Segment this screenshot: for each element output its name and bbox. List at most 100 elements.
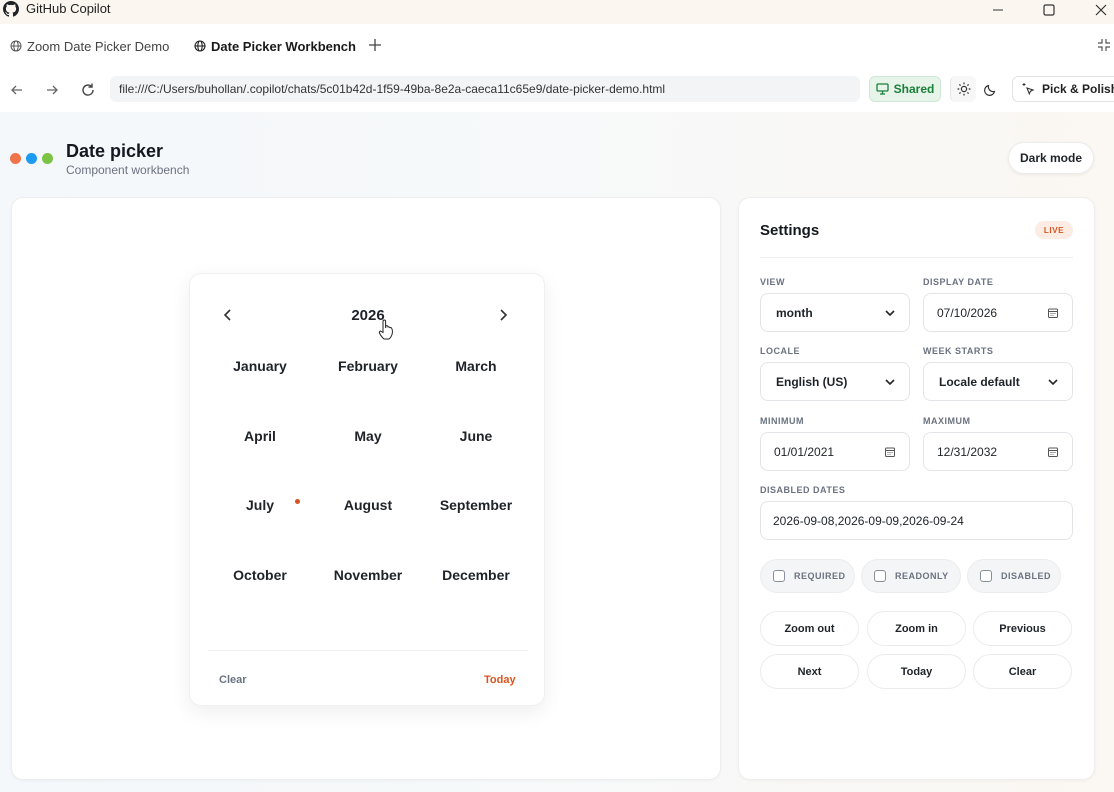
month-cell[interactable]: October <box>206 560 314 590</box>
close-window-button[interactable] <box>1078 0 1114 20</box>
tab-label: Zoom Date Picker Demo <box>27 38 170 54</box>
minimize-button[interactable] <box>975 0 1021 20</box>
display-date-value: 07/10/2026 <box>937 305 998 320</box>
shared-label: Shared <box>893 82 935 96</box>
month-cell[interactable]: May <box>314 421 422 451</box>
locale-select[interactable]: English (US) <box>760 362 910 401</box>
calendar-icon[interactable] <box>1047 307 1059 319</box>
globe-icon <box>194 40 206 52</box>
tab-zoom-date-picker-demo[interactable]: Zoom Date Picker Demo <box>10 34 169 58</box>
calendar-icon[interactable] <box>1047 446 1059 458</box>
disabled-dates-input[interactable]: 2026-09-08,2026-09-09,2026-09-24 <box>760 501 1073 540</box>
month-cell[interactable]: July <box>206 490 314 520</box>
minimum-date-input[interactable]: 01/01/2021 <box>760 432 910 471</box>
maximize-button[interactable] <box>1026 0 1072 20</box>
title-bar: GitHub Copilot <box>0 0 1114 24</box>
view-value: month <box>776 305 813 320</box>
chevron-right-icon[interactable] <box>495 307 511 323</box>
checkbox-box <box>773 570 785 582</box>
collapse-icon[interactable] <box>1097 38 1111 52</box>
chevron-down-icon <box>885 379 895 386</box>
chevron-left-icon[interactable] <box>220 307 236 323</box>
month-cell[interactable]: June <box>422 421 530 451</box>
chevron-down-icon <box>885 310 895 317</box>
picker-divider <box>208 650 528 651</box>
new-tab-plus-icon[interactable] <box>366 36 384 54</box>
month-cell[interactable]: February <box>314 351 422 381</box>
checkbox-box <box>874 570 886 582</box>
month-cell[interactable]: November <box>314 560 422 590</box>
week-starts-label: WEEK STARTS <box>923 346 994 356</box>
view-label: VIEW <box>760 277 786 287</box>
reload-icon[interactable] <box>79 81 97 99</box>
dot-blue <box>26 153 37 164</box>
picker-today-button[interactable]: Today <box>484 674 516 686</box>
picker-clear-button[interactable]: Clear <box>219 674 247 686</box>
shared-button[interactable]: Shared <box>869 76 941 102</box>
url-input[interactable]: file:///C:/Users/buhollan/.copilot/chats… <box>110 76 860 102</box>
zoom-in-button[interactable]: Zoom in <box>867 611 966 646</box>
settings-title: Settings <box>760 222 820 239</box>
disabled-dates-value: 2026-09-08,2026-09-09,2026-09-24 <box>773 513 964 528</box>
maximum-label: MAXIMUM <box>923 416 971 426</box>
live-badge: LIVE <box>1035 221 1073 239</box>
sun-icon <box>957 82 970 96</box>
minimum-value: 01/01/2021 <box>774 444 835 459</box>
pick-label: Pick & Polish <box>1042 82 1114 96</box>
back-arrow-icon[interactable] <box>8 81 26 99</box>
checkbox-box <box>980 570 992 582</box>
page-title: Date picker <box>66 141 164 161</box>
page-subtitle: Component workbench <box>66 163 190 177</box>
pick-and-polish-button[interactable]: Pick & Polish <box>1012 76 1114 102</box>
dark-theme-button[interactable] <box>978 76 1004 102</box>
next-button[interactable]: Next <box>760 654 859 689</box>
address-bar-row: file:///C:/Users/buhollan/.copilot/chats… <box>0 68 1114 112</box>
readonly-label: READONLY <box>895 571 949 581</box>
previous-button[interactable]: Previous <box>973 611 1072 646</box>
maximum-date-input[interactable]: 12/31/2032 <box>923 432 1073 471</box>
github-icon <box>3 1 19 17</box>
tab-bar: Zoom Date Picker Demo Date Picker Workbe… <box>0 24 1114 68</box>
preview-panel: 2026 January February March April May Ju… <box>11 197 721 780</box>
week-starts-select[interactable]: Locale default <box>923 362 1073 401</box>
locale-label: LOCALE <box>760 346 800 356</box>
monitor-icon <box>876 83 889 95</box>
calendar-icon[interactable] <box>884 446 896 458</box>
window-dots <box>10 153 58 164</box>
date-picker: 2026 January February March April May Ju… <box>189 273 545 706</box>
zoom-out-button[interactable]: Zoom out <box>760 611 859 646</box>
page-content: Date picker Component workbench Dark mod… <box>0 112 1114 792</box>
disabled-label: DISABLED <box>1001 571 1052 581</box>
disabled-dates-label: DISABLED DATES <box>760 485 846 495</box>
minimize-icon <box>993 9 1003 11</box>
dot-orange <box>10 153 21 164</box>
window-title: GitHub Copilot <box>26 1 111 16</box>
maximum-value: 12/31/2032 <box>937 444 998 459</box>
chevron-down-icon <box>1048 379 1058 386</box>
month-cell[interactable]: December <box>422 560 530 590</box>
required-checkbox[interactable]: REQUIRED <box>760 559 855 593</box>
moon-icon <box>984 84 996 96</box>
tab-label: Date Picker Workbench <box>211 38 356 54</box>
readonly-checkbox[interactable]: READONLY <box>861 559 961 593</box>
month-cell[interactable]: March <box>422 351 530 381</box>
display-date-input[interactable]: 07/10/2026 <box>923 293 1073 332</box>
settings-divider <box>760 257 1073 258</box>
minimum-label: MINIMUM <box>760 416 804 426</box>
year-heading[interactable]: 2026 <box>318 307 418 324</box>
clear-button[interactable]: Clear <box>973 654 1072 689</box>
dark-mode-button[interactable]: Dark mode <box>1008 142 1094 174</box>
month-cell[interactable]: January <box>206 351 314 381</box>
light-theme-button[interactable] <box>950 76 976 102</box>
disabled-checkbox[interactable]: DISABLED <box>967 559 1061 593</box>
month-cell[interactable]: April <box>206 421 314 451</box>
display-date-label: DISPLAY DATE <box>923 277 994 287</box>
tab-date-picker-workbench[interactable]: Date Picker Workbench <box>194 34 356 58</box>
current-month-indicator <box>295 499 300 504</box>
view-select[interactable]: month <box>760 293 910 332</box>
month-cell[interactable]: August <box>314 490 422 520</box>
today-button[interactable]: Today <box>867 654 966 689</box>
month-cell[interactable]: September <box>422 490 530 520</box>
forward-arrow-icon[interactable] <box>43 81 61 99</box>
dot-green <box>42 153 53 164</box>
